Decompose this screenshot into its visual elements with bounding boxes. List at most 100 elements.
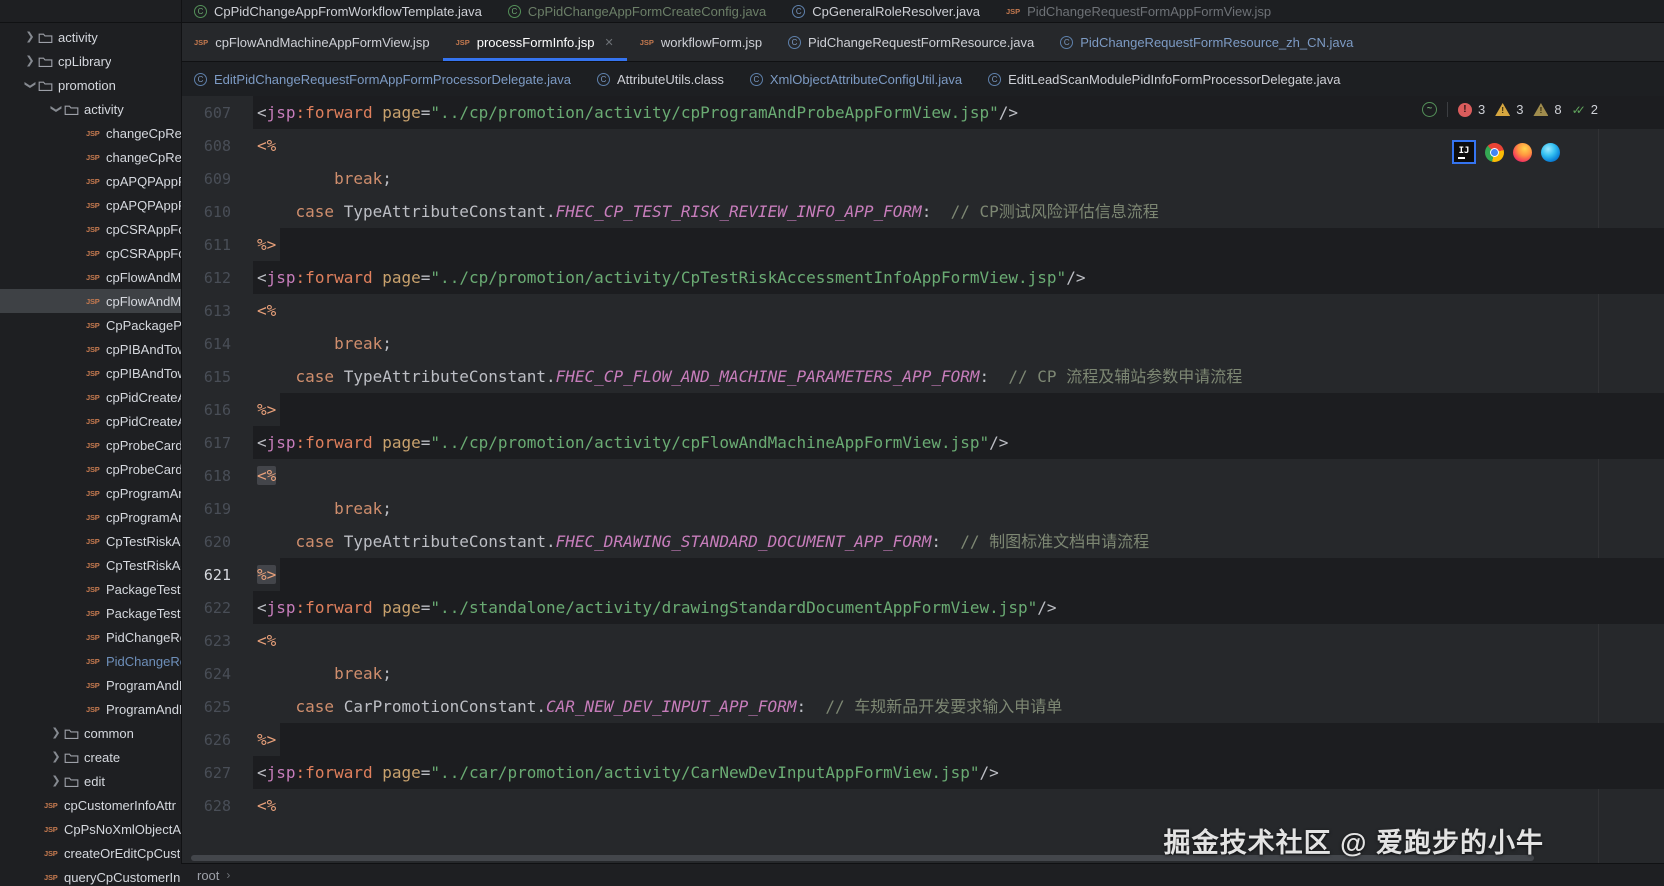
tree-item-PackageTestRe[interactable]: PackageTestRe xyxy=(0,577,181,601)
chevron-right-icon[interactable]: ❯ xyxy=(22,49,38,73)
tree-item-cpAPQPAppFo[interactable]: cpAPQPAppFo xyxy=(0,169,181,193)
highlighting-level-icon[interactable]: ~ xyxy=(1421,102,1437,117)
weak-warning-icon[interactable]: ! xyxy=(1533,103,1549,116)
tree-item-cpProgramAn[interactable]: cpProgramAn xyxy=(0,505,181,529)
tree-item-cpPidCreateAp[interactable]: cpPidCreateAp xyxy=(0,409,181,433)
code-line-614[interactable]: 614 break; xyxy=(181,327,1664,360)
tab-PidChangeRequestFormAppFormView.jsp[interactable]: PidChangeRequestFormAppFormView.jsp xyxy=(993,0,1284,22)
tree-item-cpFlowAndMa[interactable]: cpFlowAndMa xyxy=(0,265,181,289)
token: /> xyxy=(1037,598,1057,617)
resolved-count[interactable]: 2 xyxy=(1591,102,1598,117)
tree-item-CpPsNoXmlObjectAt[interactable]: CpPsNoXmlObjectAt xyxy=(0,817,181,841)
code-line-608[interactable]: 608 <% xyxy=(181,129,1664,162)
warning-icon[interactable]: ! xyxy=(1495,103,1511,116)
tree-item-edit[interactable]: ❯ edit xyxy=(0,769,181,793)
code-line-623[interactable]: 623 <% xyxy=(181,624,1664,657)
tree-item-ProgramAndP[interactable]: ProgramAndP xyxy=(0,697,181,721)
tab-cpFlowAndMachineAppFormView.jsp[interactable]: cpFlowAndMachineAppFormView.jsp xyxy=(181,23,443,61)
weak-warning-count[interactable]: 8 xyxy=(1554,102,1561,117)
tree-item-PidChangeReq[interactable]: PidChangeReq xyxy=(0,649,181,673)
code-line-615[interactable]: 615 case TypeAttributeConstant.FHEC_CP_F… xyxy=(181,360,1664,393)
code-line-625[interactable]: 625 case CarPromotionConstant.CAR_NEW_DE… xyxy=(181,690,1664,723)
tree-item-CpTestRiskAcc[interactable]: CpTestRiskAcc xyxy=(0,529,181,553)
code-line-628[interactable]: 628 <% xyxy=(181,789,1664,822)
code-editor[interactable]: 607 <jsp:forward page="../cp/promotion/ac… xyxy=(181,96,1664,864)
close-tab-icon[interactable]: ✕ xyxy=(605,36,614,49)
tree-item-promotion[interactable]: ❯ promotion xyxy=(0,73,181,97)
breadcrumb-item[interactable]: root xyxy=(197,868,219,883)
error-count[interactable]: 3 xyxy=(1478,102,1485,117)
token: jsp xyxy=(266,103,296,122)
tree-item-cpProbeCardC[interactable]: cpProbeCardC xyxy=(0,433,181,457)
tree-item-cpAPQPAppFo[interactable]: cpAPQPAppFo xyxy=(0,193,181,217)
code-line-617[interactable]: 617 <jsp:forward page="../cp/promotion/ac… xyxy=(181,426,1664,459)
tree-item-cpCustomerInfoAttr[interactable]: cpCustomerInfoAttr xyxy=(0,793,181,817)
code-line-612[interactable]: 612 <jsp:forward page="../cp/promotion/ac… xyxy=(181,261,1664,294)
code-line-621[interactable]: 621 %> xyxy=(181,558,1664,591)
tree-item-common[interactable]: ❯ common xyxy=(0,721,181,745)
code-line-609[interactable]: 609 break; xyxy=(181,162,1664,195)
tree-item-cpCSRAppForm[interactable]: cpCSRAppForm xyxy=(0,217,181,241)
tree-item-ProgramAndP[interactable]: ProgramAndP xyxy=(0,673,181,697)
code-line-618[interactable]: 618 <% xyxy=(181,459,1664,492)
tree-item-activity[interactable]: ❯ activity xyxy=(0,25,181,49)
tab-processFormInfo.jsp[interactable]: processFormInfo.jsp ✕ xyxy=(442,23,627,61)
tree-item-cpFlowAndMa[interactable]: cpFlowAndMa xyxy=(0,289,181,313)
tab-row-divider-2 xyxy=(181,61,1664,62)
chrome-icon[interactable] xyxy=(1485,142,1504,162)
tree-item-cpCSRAppForm[interactable]: cpCSRAppForm xyxy=(0,241,181,265)
tree-item-create[interactable]: ❯ create xyxy=(0,745,181,769)
tab-PidChangeRequestFormResource_zh_CN.java[interactable]: C PidChangeRequestFormResource_zh_CN.java xyxy=(1047,23,1366,61)
tree-item-cpPIBAndTow[interactable]: cpPIBAndTow xyxy=(0,361,181,385)
warning-count[interactable]: 3 xyxy=(1516,102,1523,117)
tree-item-label: cpPIBAndTow xyxy=(106,365,181,381)
tree-item-createOrEditCpCust[interactable]: createOrEditCpCust xyxy=(0,841,181,865)
tab-CpPidChangeAppFormCreateConfig.java[interactable]: C CpPidChangeAppFormCreateConfig.java xyxy=(495,0,779,22)
token: . xyxy=(546,202,556,221)
tree-item-CpPackagePar[interactable]: CpPackagePar xyxy=(0,313,181,337)
tree-item-CpTestRiskAcc[interactable]: CpTestRiskAcc xyxy=(0,553,181,577)
tree-item-changeCpRevi[interactable]: changeCpRevi xyxy=(0,121,181,145)
code-line-613[interactable]: 613 <% xyxy=(181,294,1664,327)
tab-PidChangeRequestFormResource.java[interactable]: C PidChangeRequestFormResource.java xyxy=(775,23,1047,61)
tab-CpPidChangeAppFromWorkflowTemplate.java[interactable]: C CpPidChangeAppFromWorkflowTemplate.java xyxy=(181,0,495,22)
chevron-right-icon[interactable]: ❯ xyxy=(48,745,64,769)
tree-item-cpPidCreateAp[interactable]: cpPidCreateAp xyxy=(0,385,181,409)
code-line-611[interactable]: 611 %> xyxy=(181,228,1664,261)
tree-item-cpLibrary[interactable]: ❯ cpLibrary xyxy=(0,49,181,73)
tree-item-queryCpCustomerIn[interactable]: queryCpCustomerIn xyxy=(0,865,181,886)
tree-item-activity[interactable]: ❯ activity xyxy=(0,97,181,121)
intellij-idea-icon[interactable]: IJ xyxy=(1452,140,1476,164)
chevron-right-icon[interactable]: ❯ xyxy=(48,721,64,745)
resolved-problems-icon[interactable]: ✓✓ xyxy=(1572,103,1586,117)
tab-XmlObjectAttributeConfigUtil.java[interactable]: C XmlObjectAttributeConfigUtil.java xyxy=(737,62,975,96)
firefox-icon[interactable] xyxy=(1513,142,1532,162)
tree-item-cpProgramAn[interactable]: cpProgramAn xyxy=(0,481,181,505)
code-line-622[interactable]: 622 <jsp:forward page="../standalone/acti… xyxy=(181,591,1664,624)
tab-EditLeadScanModulePidInfoFormProcessorDelegate.java[interactable]: C EditLeadScanModulePidInfoFormProcessorD… xyxy=(975,62,1353,96)
chevron-down-icon[interactable]: ❯ xyxy=(18,77,42,93)
chevron-right-icon[interactable]: ❯ xyxy=(22,25,38,49)
code-line-627[interactable]: 627 <jsp:forward page="../car/promotion/a… xyxy=(181,756,1664,789)
error-icon[interactable]: ! xyxy=(1457,102,1472,117)
tab-EditPidChangeRequestFormAppFormProcessorDelegate.java[interactable]: C EditPidChangeRequestFormAppFormProcesso… xyxy=(181,62,584,96)
tab-AttributeUtils.class[interactable]: C AttributeUtils.class xyxy=(584,62,737,96)
inspections-widget[interactable]: ~ ! 3 ! 3 ! 8 ✓✓ 2 xyxy=(1421,102,1602,117)
code-line-620[interactable]: 620 case TypeAttributeConstant.FHEC_DRAW… xyxy=(181,525,1664,558)
tab-CpGeneralRoleResolver.java[interactable]: C CpGeneralRoleResolver.java xyxy=(779,0,993,22)
tree-item-changeCpRevi[interactable]: changeCpRevi xyxy=(0,145,181,169)
code-line-616[interactable]: 616 %> xyxy=(181,393,1664,426)
tree-item-cpProbeCardC[interactable]: cpProbeCardC xyxy=(0,457,181,481)
chevron-down-icon[interactable]: ❯ xyxy=(44,101,68,117)
tree-item-PidChangeReq[interactable]: PidChangeReq xyxy=(0,625,181,649)
code-line-610[interactable]: 610 case TypeAttributeConstant.FHEC_CP_T… xyxy=(181,195,1664,228)
code-line-619[interactable]: 619 break; xyxy=(181,492,1664,525)
tab-workflowForm.jsp[interactable]: workflowForm.jsp xyxy=(627,23,775,61)
tree-item-PackageTestRe[interactable]: PackageTestRe xyxy=(0,601,181,625)
code-line-626[interactable]: 626 %> xyxy=(181,723,1664,756)
chevron-right-icon[interactable]: ❯ xyxy=(48,769,64,793)
code-line-624[interactable]: 624 break; xyxy=(181,657,1664,690)
edge-icon[interactable] xyxy=(1541,142,1560,162)
tree-item-cpPIBAndTow[interactable]: cpPIBAndTow xyxy=(0,337,181,361)
